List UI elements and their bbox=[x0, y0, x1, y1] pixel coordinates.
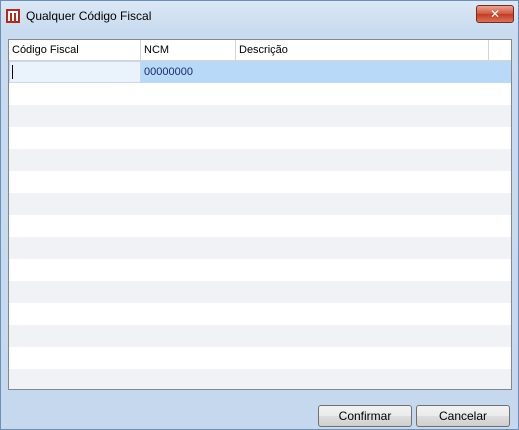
app-logo-icon bbox=[6, 9, 20, 23]
empty-row bbox=[9, 259, 511, 281]
empty-row bbox=[9, 171, 511, 193]
codigo-fiscal-input[interactable] bbox=[9, 61, 141, 83]
ncm-cell[interactable]: 00000000 bbox=[141, 61, 236, 83]
column-header-filler bbox=[489, 40, 511, 60]
empty-row bbox=[9, 105, 511, 127]
grid-rows: 00000000 bbox=[9, 61, 511, 389]
empty-row bbox=[9, 127, 511, 149]
empty-row bbox=[9, 237, 511, 259]
empty-row bbox=[9, 325, 511, 347]
window-title: Qualquer Código Fiscal bbox=[26, 9, 152, 23]
text-caret bbox=[12, 65, 13, 79]
grid: Código Fiscal NCM Descrição 00000000 bbox=[8, 39, 512, 390]
empty-row bbox=[9, 83, 511, 105]
empty-row bbox=[9, 281, 511, 303]
column-header-descricao[interactable]: Descrição bbox=[236, 40, 489, 60]
table-row[interactable]: 00000000 bbox=[9, 61, 511, 83]
empty-row bbox=[9, 193, 511, 215]
close-icon: ✕ bbox=[489, 7, 501, 21]
column-header-codigo-fiscal[interactable]: Código Fiscal bbox=[9, 40, 141, 60]
cancel-button[interactable]: Cancelar bbox=[416, 405, 510, 427]
empty-row bbox=[9, 347, 511, 369]
column-header-ncm[interactable]: NCM bbox=[141, 40, 236, 60]
confirm-button[interactable]: Confirmar bbox=[318, 405, 412, 427]
empty-row bbox=[9, 369, 511, 389]
empty-row bbox=[9, 149, 511, 171]
close-button[interactable]: ✕ bbox=[476, 5, 514, 23]
empty-row bbox=[9, 303, 511, 325]
grid-header: Código Fiscal NCM Descrição bbox=[9, 40, 511, 61]
title-bar[interactable]: Qualquer Código Fiscal ✕ bbox=[1, 1, 518, 31]
empty-row bbox=[9, 215, 511, 237]
dialog-window: Qualquer Código Fiscal ✕ Código Fiscal N… bbox=[0, 0, 519, 430]
descricao-cell[interactable] bbox=[236, 61, 489, 83]
